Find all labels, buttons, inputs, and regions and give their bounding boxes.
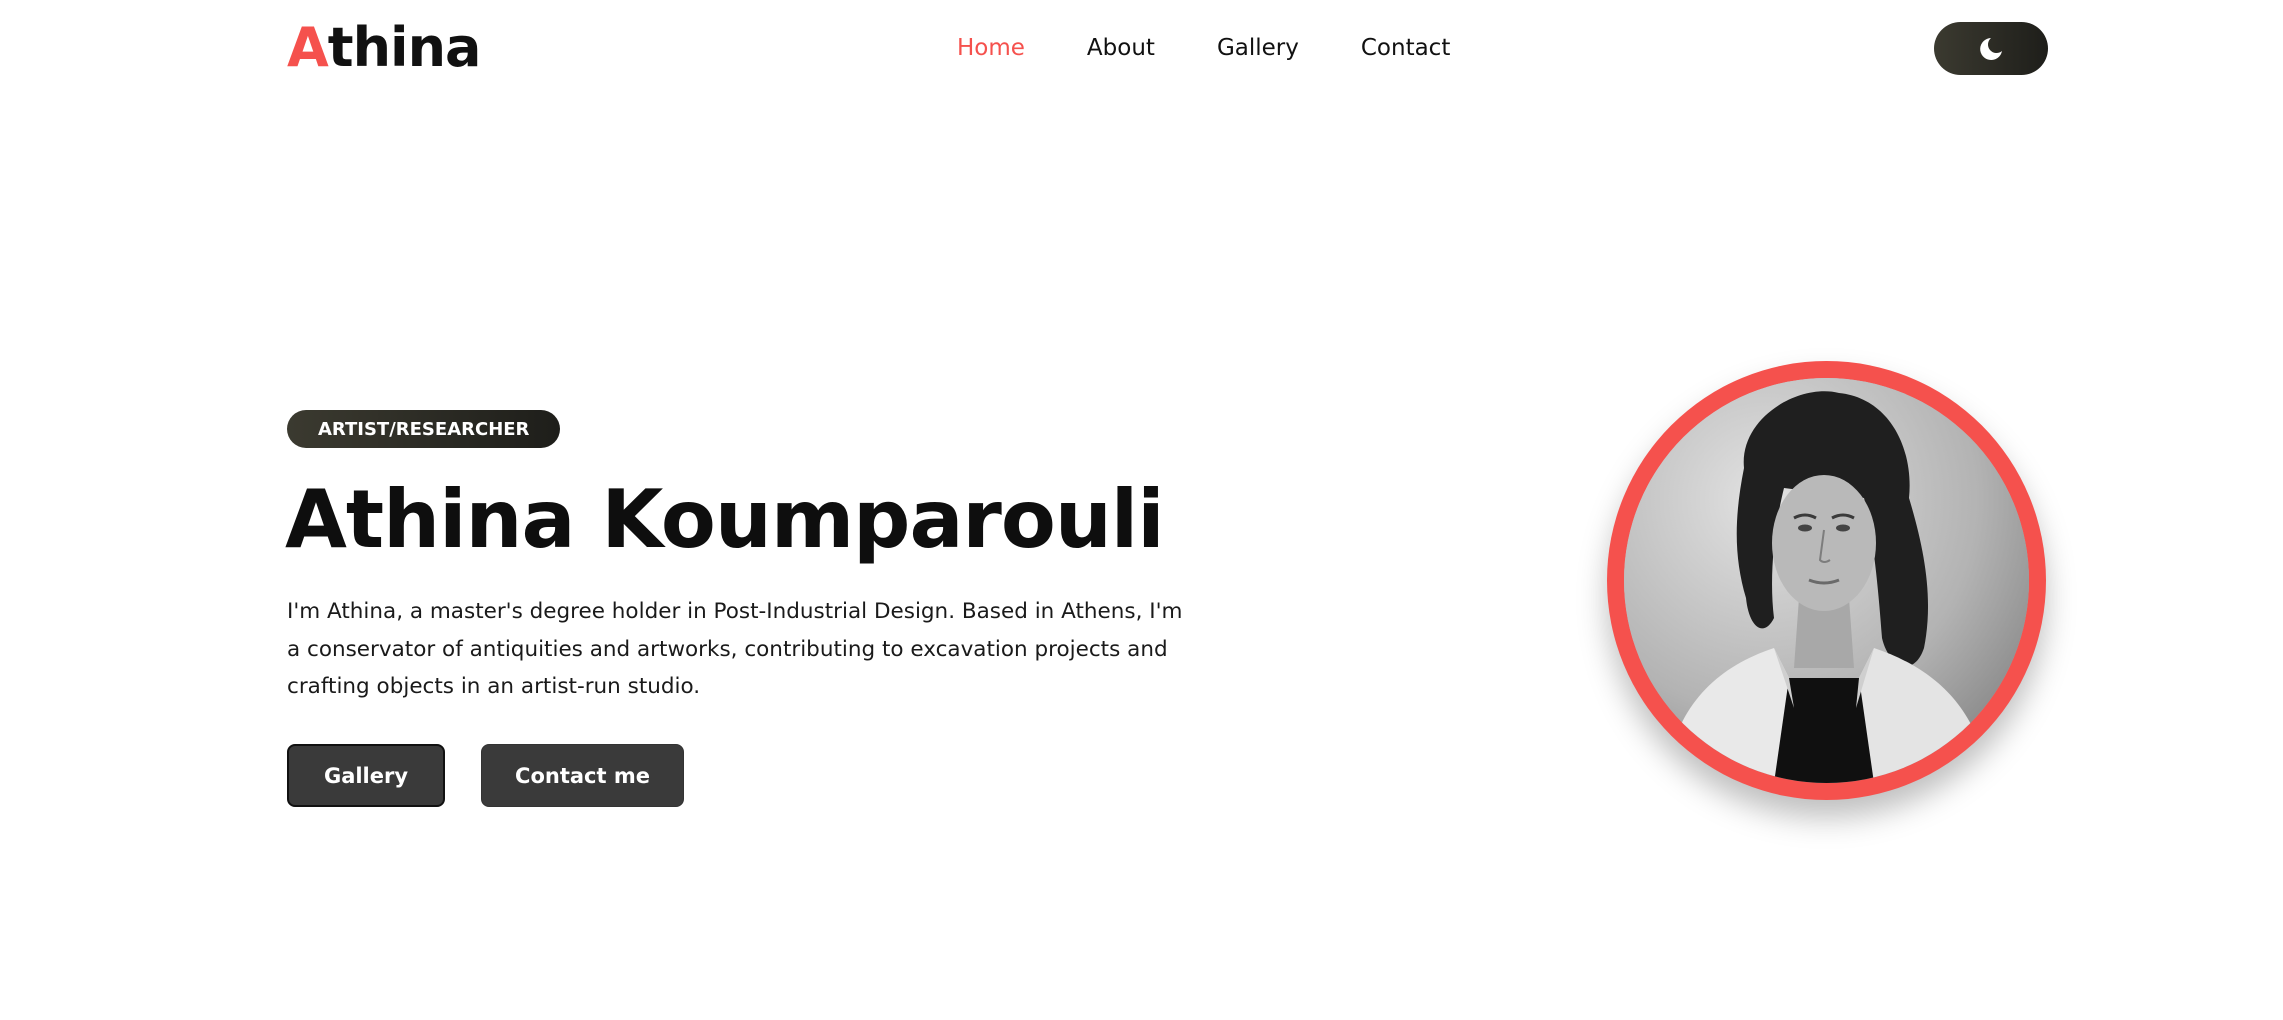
- page: Athina Home About Gallery Contact ARTIST…: [0, 0, 2283, 1020]
- main-nav: Home About Gallery Contact: [957, 30, 1450, 66]
- gallery-button[interactable]: Gallery: [287, 744, 445, 807]
- nav-gallery[interactable]: Gallery: [1217, 30, 1299, 66]
- nav-contact[interactable]: Contact: [1361, 30, 1450, 66]
- logo-text: thina: [327, 16, 482, 79]
- nav-about[interactable]: About: [1087, 30, 1155, 66]
- contact-me-button[interactable]: Contact me: [481, 744, 684, 807]
- logo-accent-letter: A: [287, 16, 329, 79]
- role-badge: ARTIST/RESEARCHER: [287, 410, 561, 448]
- theme-toggle-button[interactable]: [1934, 22, 2048, 75]
- moon-icon: [1980, 37, 2002, 60]
- nav-home[interactable]: Home: [957, 30, 1025, 66]
- site-header: Athina Home About Gallery Contact: [0, 0, 2283, 96]
- portrait-illustration: [1624, 378, 2029, 783]
- logo[interactable]: Athina: [287, 16, 482, 80]
- profile-portrait: [1607, 361, 2046, 800]
- hero-title: Athina Koumparouli: [285, 473, 1165, 566]
- hero-description: I'm Athina, a master's degree holder in …: [287, 599, 1183, 699]
- profile-photo: [1624, 378, 2029, 783]
